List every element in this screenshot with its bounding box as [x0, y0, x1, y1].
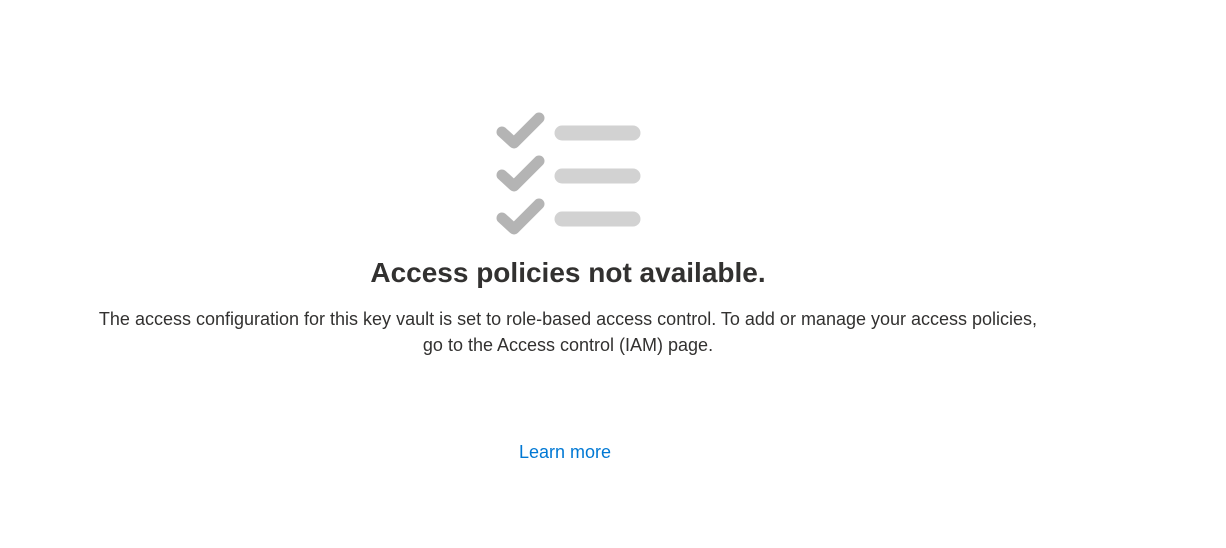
check-mark-1-icon: [496, 112, 545, 149]
empty-state: Access policies not available. The acces…: [0, 0, 1226, 548]
check-mark-3-icon: [496, 198, 545, 235]
description-line-1: The access configuration for this key va…: [98, 309, 1038, 329]
check-mark-2-icon: [496, 155, 545, 192]
empty-state-title: Access policies not available.: [370, 257, 766, 288]
checklist-icon: [496, 112, 641, 235]
learn-more-link[interactable]: Learn more: [519, 442, 611, 462]
empty-state-description: The access configuration for this key va…: [48, 306, 1088, 358]
learn-more-container: Learn more: [0, 440, 1130, 464]
description-line-2: go to the Access control (IAM) page.: [422, 335, 714, 355]
